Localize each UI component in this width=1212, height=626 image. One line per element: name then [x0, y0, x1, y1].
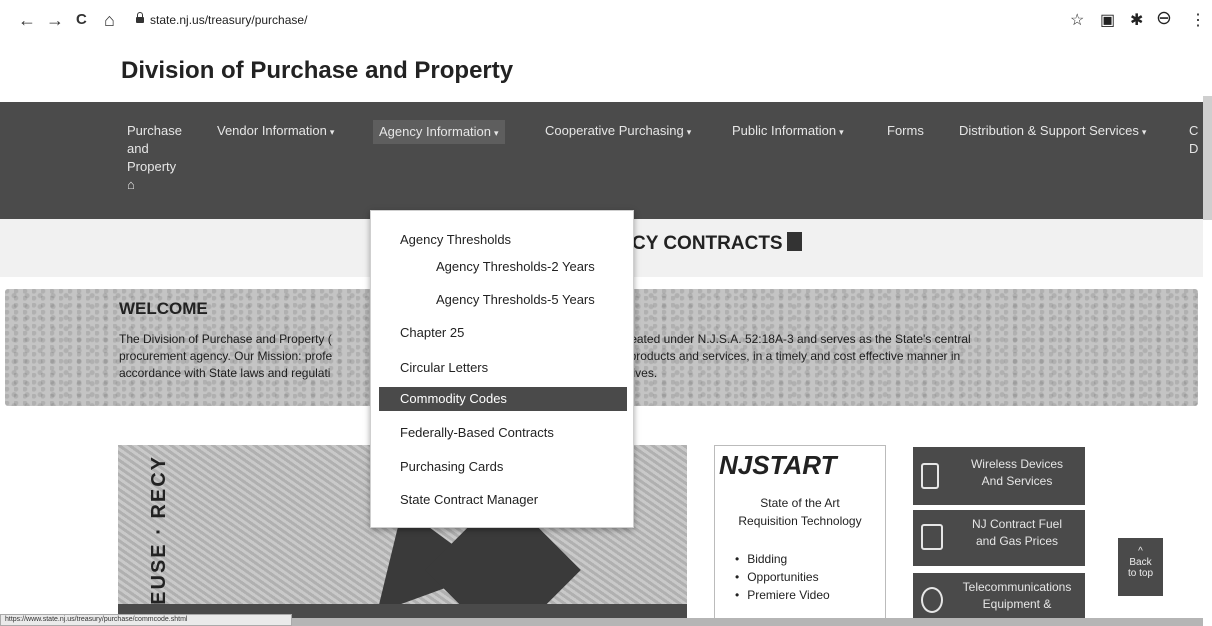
nav-forms[interactable]: Forms — [887, 122, 924, 140]
caret-down-icon: ▾ — [1141, 127, 1147, 137]
welcome-line2-b: ued products and services, in a timely a… — [606, 349, 961, 363]
telecommunications-line1: Telecommunications — [962, 580, 1072, 594]
menu-item-agency-thresholds[interactable]: Agency Thresholds — [371, 228, 635, 252]
njstart-subtitle-line2: Requisition Technology — [738, 514, 862, 528]
page: ← → C ⌂ state.nj.us/treasury/purchase/ ☆… — [0, 0, 1212, 626]
chevron-up-icon: ^ — [1138, 546, 1143, 557]
nav-public-information[interactable]: Public Information ▾ — [732, 122, 844, 141]
address-bar[interactable]: state.nj.us/treasury/purchase/ — [150, 13, 307, 27]
nav-home-line1: Purchase — [127, 123, 182, 138]
back-to-top-line1: Back — [1129, 557, 1152, 568]
nav-agency-information[interactable]: Agency Information ▾ — [373, 120, 505, 144]
njstart-subtitle-line1: State of the Art — [760, 496, 840, 510]
home-icon: ⌂ — [127, 177, 135, 192]
nav-public-information-label: Public Information — [732, 123, 837, 138]
nav-agency-information-label: Agency Information — [379, 124, 492, 139]
site-title[interactable]: Division of Purchase and Property — [121, 57, 513, 85]
pin-extension-icon[interactable]: ✱ — [1130, 10, 1143, 30]
caret-down-icon: ▾ — [686, 127, 692, 137]
recycle-vertical-text: EUSE · RECY — [148, 455, 170, 605]
contracts-heading-text: CY CONTRACTS — [632, 233, 783, 254]
njstart-panel[interactable]: NJSTART State of the Art Requisition Tec… — [714, 445, 886, 626]
agency-information-dropdown: Agency Thresholds Agency Thresholds-2 Ye… — [370, 210, 634, 528]
menu-item-agency-thresholds-2-years[interactable]: Agency Thresholds-2 Years — [371, 255, 635, 279]
menu-item-state-contract-manager[interactable]: State Contract Manager — [371, 488, 635, 512]
njstart-feature-list: Bidding Opportunities Premiere Video — [747, 550, 830, 604]
reload-icon[interactable]: C — [76, 9, 87, 31]
menu-item-purchasing-cards[interactable]: Purchasing Cards — [371, 455, 635, 479]
nav-home-link[interactable]: Purchase and Property ⌂ — [127, 122, 182, 194]
browser-menu-icon[interactable]: ⋮ — [1190, 10, 1206, 30]
nav-cut-off-item[interactable]: C D — [1189, 122, 1198, 158]
nav-cut-off-line2: D — [1189, 141, 1199, 156]
nav-cooperative-purchasing-label: Cooperative Purchasing — [545, 123, 684, 138]
telecommunications-line2: Equipment & — [982, 597, 1052, 611]
caret-down-icon: ▾ — [494, 128, 499, 138]
welcome-line2-a: procurement agency. Our Mission: profe — [119, 349, 333, 363]
nav-vendor-information-label: Vendor Information — [217, 123, 327, 138]
phone-icon — [921, 463, 939, 489]
bottom-strip — [292, 618, 1203, 626]
back-to-top-button[interactable]: ^ Back to top — [1118, 538, 1163, 596]
menu-item-agency-thresholds-5-years[interactable]: Agency Thresholds-5 Years — [371, 288, 635, 312]
njstart-subtitle: State of the Art Requisition Technology — [715, 494, 885, 530]
wireless-devices-line1: Wireless Devices — [970, 457, 1063, 471]
back-to-top-line2: to top — [1127, 568, 1154, 579]
welcome-line3-a: accordance with State laws and regulati — [119, 366, 331, 380]
nav-cut-off-line1: C — [1189, 123, 1199, 138]
welcome-line1-b: y, was created under N.J.S.A. 52:18A-3 a… — [583, 332, 971, 346]
wireless-devices-line2: And Services — [981, 474, 1053, 488]
wireless-devices-label: Wireless Devices And Services — [953, 456, 1081, 490]
browser-toolbar: ← → C ⌂ state.nj.us/treasury/purchase/ ☆… — [0, 0, 1212, 42]
caret-down-icon: ▾ — [329, 127, 335, 137]
nav-home-line2: and — [127, 141, 149, 156]
scrollbar[interactable] — [1203, 96, 1212, 220]
menu-item-commodity-codes[interactable]: Commodity Codes — [379, 387, 627, 411]
nav-cooperative-purchasing[interactable]: Cooperative Purchasing ▾ — [545, 122, 691, 141]
document-icon[interactable] — [786, 232, 802, 251]
list-item-continued: Opportunities — [747, 568, 830, 586]
list-item: Premiere Video — [747, 586, 830, 604]
extension-icon[interactable]: ▣ — [1100, 10, 1115, 30]
nav-vendor-information[interactable]: Vendor Information ▾ — [217, 122, 334, 141]
nav-forms-label: Forms — [887, 123, 924, 138]
bookmark-star-icon[interactable]: ☆ — [1070, 10, 1084, 30]
wireless-devices-button[interactable]: Wireless Devices And Services — [913, 447, 1085, 505]
nav-distribution-support[interactable]: Distribution & Support Services ▾ — [959, 122, 1146, 141]
forward-icon[interactable]: → — [46, 9, 64, 31]
nav-home-line3: Property — [127, 159, 177, 174]
status-bar-url: https://www.state.nj.us/treasury/purchas… — [0, 614, 292, 626]
fuel-prices-button[interactable]: NJ Contract Fuel and Gas Prices — [913, 510, 1085, 566]
welcome-line1-a: The Division of Purchase and Property ( — [119, 332, 332, 346]
caret-down-icon: ▾ — [839, 127, 844, 137]
contracts-heading: CY CONTRACTS — [632, 232, 802, 255]
list-item: Bidding — [747, 550, 830, 568]
account-icon[interactable]: ⊖ — [1156, 7, 1172, 30]
fuel-prices-line2: and Gas Prices — [975, 534, 1059, 548]
fuel-prices-line1: NJ Contract Fuel — [971, 517, 1063, 531]
telecommunications-label: Telecommunications Equipment & — [953, 579, 1081, 613]
menu-item-chapter-25[interactable]: Chapter 25 — [371, 321, 635, 345]
njstart-logo: NJSTART — [719, 450, 837, 480]
nav-distribution-support-label: Distribution & Support Services — [959, 123, 1139, 138]
main-nav: Purchase and Property ⌂ Vendor Informati… — [0, 102, 1203, 219]
antenna-icon — [921, 587, 943, 613]
back-icon[interactable]: ← — [18, 9, 36, 31]
home-icon[interactable]: ⌂ — [104, 9, 115, 31]
menu-item-federally-based-contracts[interactable]: Federally-Based Contracts — [371, 421, 635, 445]
lock-icon — [136, 12, 144, 23]
menu-item-circular-letters[interactable]: Circular Letters — [371, 356, 635, 380]
fuel-icon — [921, 524, 943, 550]
fuel-prices-label: NJ Contract Fuel and Gas Prices — [953, 516, 1081, 550]
welcome-heading: WELCOME — [119, 299, 208, 318]
